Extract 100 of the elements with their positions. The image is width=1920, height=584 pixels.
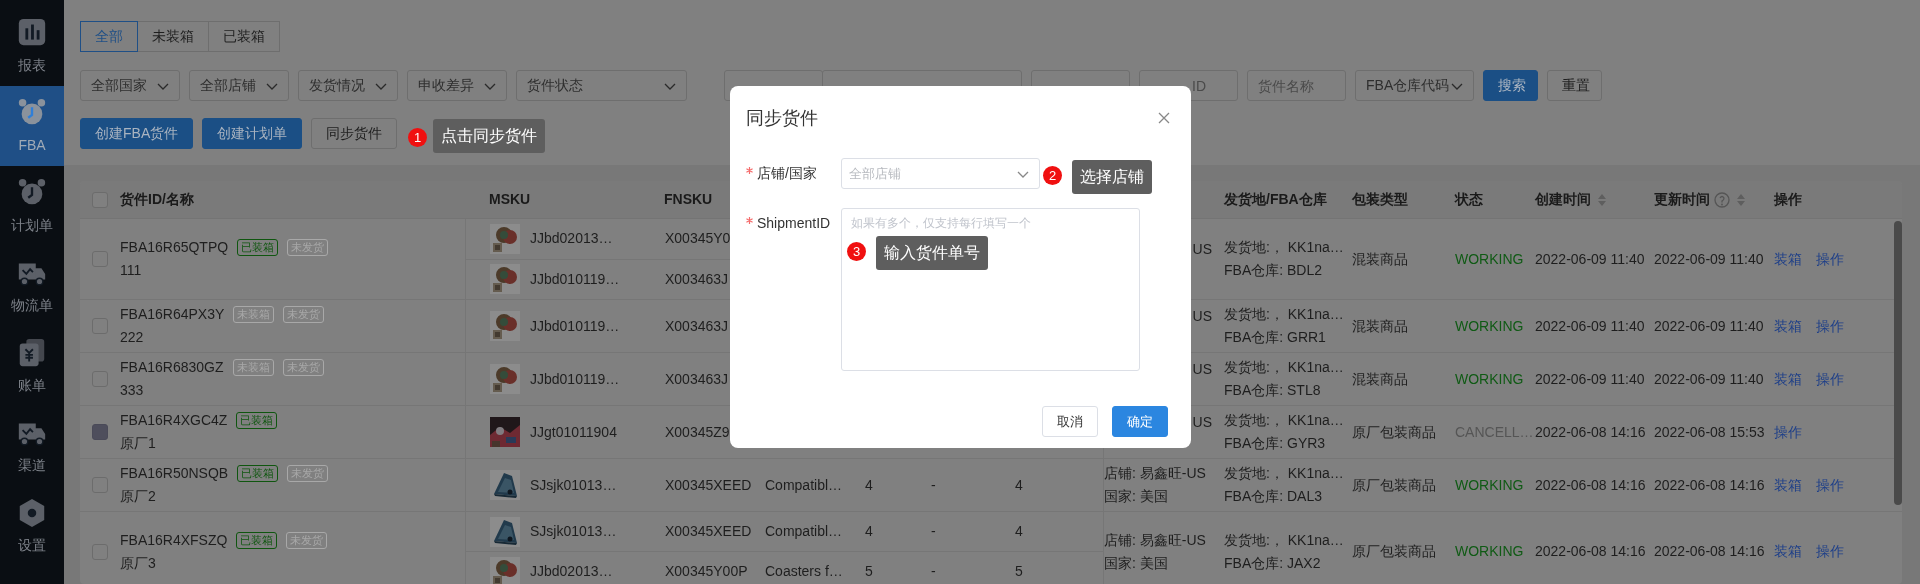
product-name: Coasters f… — [765, 562, 843, 581]
action-button[interactable]: 创建计划单 — [202, 118, 303, 149]
status-text: WORKING — [1455, 369, 1524, 389]
warehouse-text: FBA仓库: GRR1 — [1224, 328, 1326, 347]
search-button[interactable]: 搜索 — [1483, 70, 1538, 101]
pack-type: 混装商品 — [1352, 316, 1408, 336]
shipment-name: 原厂3 — [120, 553, 156, 573]
store-text: US — [1192, 412, 1212, 432]
column-header: 包装类型 — [1352, 190, 1408, 209]
fnsku-text: X003463J — [665, 269, 729, 289]
sidebar-item[interactable]: 渠道 — [0, 406, 64, 486]
action-button[interactable]: 同步货件 — [311, 118, 398, 149]
product-name: Compatibl… — [765, 475, 843, 495]
sidebar-item[interactable]: FBA — [0, 86, 64, 166]
msku-text: JJgt01011904 — [530, 422, 617, 442]
created-time: 2022-06-09 11:40 — [1535, 316, 1645, 336]
action-link[interactable]: 装箱 — [1774, 368, 1802, 390]
store-select[interactable]: 全部店铺 — [841, 158, 1040, 189]
sidebar-item[interactable]: 账单 — [0, 326, 64, 406]
scrollbar[interactable] — [1894, 221, 1902, 505]
status-text: WORKING — [1455, 542, 1524, 561]
warehouse-text: FBA仓库: DAL3 — [1224, 487, 1323, 506]
updated-time: 2022-06-08 14:16 — [1654, 542, 1765, 561]
fnsku-text: X00345Z9 — [665, 422, 730, 442]
warehouse-text: FBA仓库: STL8 — [1224, 381, 1321, 400]
fnsku-text: X00345Y00P — [665, 562, 748, 581]
warehouse-text: FBA仓库: JAX2 — [1224, 553, 1321, 573]
store-text: 店铺: 易鑫旺-US — [1104, 530, 1206, 550]
status-tag: 已装箱 — [237, 239, 279, 256]
action-link[interactable]: 操作 — [1816, 368, 1844, 390]
updated-time: 2022-06-09 11:40 — [1654, 316, 1764, 336]
store-text: US — [1192, 359, 1212, 379]
cancel-button[interactable]: 取消 — [1042, 406, 1098, 437]
pack-type: 混装商品 — [1352, 369, 1408, 389]
action-link[interactable]: 装箱 — [1774, 474, 1802, 496]
msku-text: JJbd010119… — [530, 269, 620, 289]
select-field[interactable]: 全部店铺 — [189, 70, 289, 101]
updated-time: 2022-06-08 14:16 — [1654, 475, 1765, 495]
msku-text: JJbd02013… — [530, 562, 613, 581]
created-time: 2022-06-08 14:16 — [1535, 475, 1646, 495]
tab[interactable]: 已装箱 — [208, 21, 280, 52]
origin-text: 发货地:， KK1na… — [1224, 238, 1344, 257]
reset-button[interactable]: 重置 — [1547, 70, 1602, 101]
hint-tooltip: 点击同步货件 — [433, 119, 545, 153]
action-link[interactable]: 装箱 — [1774, 248, 1802, 270]
sidebar-item[interactable]: 报表 — [0, 6, 64, 86]
pack-type: 原厂包装商品 — [1352, 475, 1436, 495]
country-text: 国家: 美国 — [1104, 487, 1168, 506]
select-field[interactable]: 申收差异 — [407, 70, 507, 101]
column-header: 创建时间 — [1535, 190, 1591, 209]
shipment-name: 333 — [120, 381, 144, 400]
action-link[interactable]: 操作 — [1816, 474, 1844, 496]
origin-text: 发货地:， KK1na… — [1224, 358, 1344, 377]
warehouse-text: FBA仓库: GYR3 — [1224, 434, 1326, 453]
shipment-id: FBA16R50NSQB — [120, 464, 229, 483]
shipment-id: FBA16R4XGC4Z — [120, 411, 228, 430]
fnsku-text: X003463J — [665, 369, 729, 389]
action-link[interactable]: 操作 — [1816, 541, 1844, 562]
select-field[interactable]: 发货情况 — [298, 70, 398, 101]
close-icon[interactable] — [1158, 112, 1170, 124]
shipment-id: FBA16R4XFSZQ — [120, 530, 228, 550]
sidebar-item[interactable]: 设置 — [0, 486, 64, 566]
updated-time: 2022-06-09 11:40 — [1654, 249, 1764, 269]
column-header: 更新时间 — [1654, 190, 1710, 209]
pack-type: 混装商品 — [1352, 249, 1408, 269]
action-link[interactable]: 操作 — [1816, 315, 1844, 337]
action-link[interactable]: 装箱 — [1774, 541, 1802, 562]
origin-text: 发货地:， KK1na… — [1224, 464, 1344, 483]
tab[interactable]: 未装箱 — [137, 21, 209, 52]
updated-time: 2022-06-09 11:40 — [1654, 369, 1764, 389]
msku-text: JJbd010119… — [530, 316, 620, 336]
tab[interactable]: 全部 — [80, 21, 138, 52]
select-field[interactable]: FBA仓库代码 — [1355, 70, 1474, 101]
confirm-button[interactable]: 确定 — [1112, 406, 1168, 437]
sidebar-item[interactable]: 物流单 — [0, 246, 64, 326]
quantity-text: 4 — [1015, 522, 1023, 541]
action-button[interactable]: 创建FBA货件 — [80, 118, 194, 149]
shipment-name: 原厂1 — [120, 434, 156, 453]
origin-text: 发货地:， KK1na… — [1224, 411, 1344, 430]
created-time: 2022-06-09 11:40 — [1535, 249, 1645, 269]
created-time: 2022-06-08 14:16 — [1535, 542, 1646, 561]
product-name: Compatibl… — [765, 522, 843, 541]
msku-text: JJbd02013… — [530, 229, 613, 249]
hint-tooltip: 选择店铺 — [1072, 160, 1152, 194]
status-tag: 已装箱 — [237, 465, 279, 482]
quantity-text: 5 — [865, 562, 873, 581]
hint-tooltip: 输入货件单号 — [876, 236, 988, 270]
status-text: WORKING — [1455, 249, 1524, 269]
select-field[interactable]: 全部国家 — [80, 70, 180, 101]
sidebar-item[interactable]: 计划单 — [0, 166, 64, 246]
created-time: 2022-06-08 14:16 — [1535, 422, 1646, 442]
quantity-text: 4 — [865, 522, 873, 541]
shipment-name: 111 — [120, 261, 142, 280]
origin-text: 发货地:， KK1na… — [1224, 530, 1344, 550]
store-text: US — [1192, 239, 1212, 259]
store-text: US — [1192, 306, 1212, 326]
select-field[interactable]: 货件状态 — [516, 70, 687, 101]
status-text: WORKING — [1455, 475, 1524, 495]
action-link[interactable]: 装箱 — [1774, 315, 1802, 337]
action-link[interactable]: 操作 — [1816, 248, 1844, 270]
